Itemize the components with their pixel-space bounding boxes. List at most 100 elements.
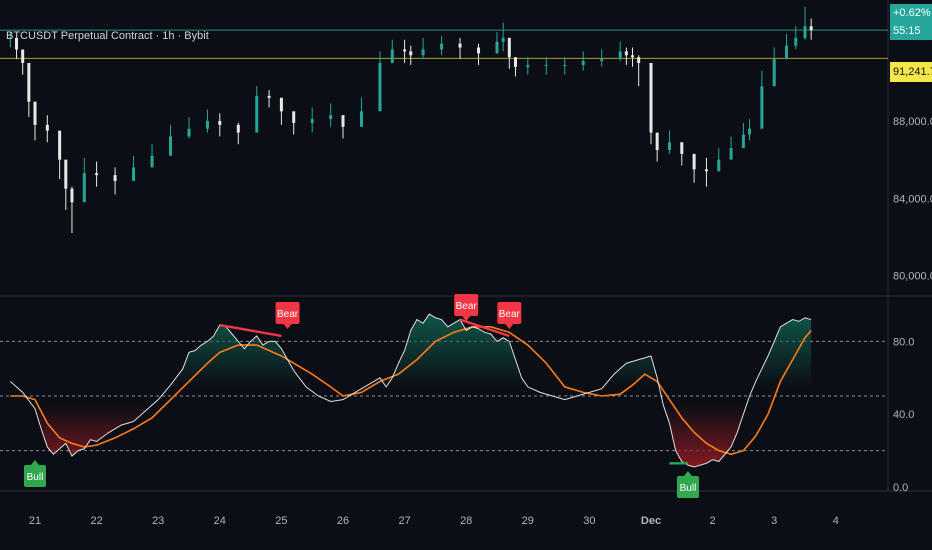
countdown-badge: 55:15	[890, 22, 932, 40]
candle-body	[359, 111, 363, 127]
time-tick-label: 27	[398, 515, 410, 527]
candle-body	[21, 49, 25, 63]
candle-body	[785, 45, 789, 60]
candle-body	[421, 49, 425, 56]
candle-body	[279, 97, 283, 112]
candle-body	[655, 132, 659, 150]
label-pointer	[283, 324, 292, 329]
label-text: Bull	[27, 472, 44, 483]
candle-body	[741, 134, 745, 149]
candle-body	[255, 95, 259, 133]
candle-body	[310, 119, 314, 123]
candle-body	[624, 51, 628, 56]
candle-body	[717, 159, 721, 172]
candle-body	[477, 47, 481, 54]
time-tick-label: 26	[337, 515, 349, 527]
chart-title: BTCUSDT Perpetual Contract · 1h · Bybit	[6, 30, 209, 42]
candle-body	[70, 188, 74, 203]
overbought-fill	[10, 314, 812, 387]
candle-body	[544, 64, 548, 66]
candle-body	[692, 153, 696, 170]
candle-body	[495, 41, 499, 54]
time-tick-label: Dec	[641, 515, 661, 527]
bear-label-3: Bear	[497, 302, 522, 329]
candle-body	[667, 142, 671, 150]
candle-body	[618, 51, 622, 60]
candle-body	[378, 63, 382, 112]
rsi-tick-label: 80.0	[893, 336, 914, 348]
candle-body	[150, 155, 154, 168]
candle-body	[809, 26, 813, 31]
candle-body	[631, 55, 635, 58]
label-pointer	[505, 324, 514, 329]
candle-body	[748, 128, 752, 135]
time-tick-label: 22	[90, 515, 102, 527]
candle-body	[803, 26, 807, 38]
price-tick-label: 80,000.0	[893, 271, 932, 283]
rsi-tick-label: 40.0	[893, 409, 914, 421]
rsi-tick-label: 0.0	[893, 482, 908, 494]
label-text: Bear	[499, 309, 521, 320]
candle-body	[169, 136, 173, 156]
candle-body	[760, 86, 764, 129]
label-text: Bull	[680, 483, 697, 494]
chart-window: 80,000.0 84,000.0 88,000.0 Bull Bear Bear Bear…	[0, 0, 932, 550]
candle-body	[403, 49, 407, 52]
time-tick-label: 29	[522, 515, 534, 527]
candle-body	[637, 57, 641, 63]
candle-body	[45, 124, 49, 131]
bear-label-2: Bear	[454, 294, 479, 321]
candle-body	[329, 115, 333, 120]
label-pointer	[683, 471, 692, 476]
candle-body	[563, 64, 567, 66]
candle-body	[33, 101, 37, 125]
candle-body	[267, 95, 271, 98]
candle-body	[409, 51, 413, 56]
candle-body	[600, 59, 604, 62]
time-tick-label: 23	[152, 515, 164, 527]
candle-body	[526, 64, 530, 67]
label-text: Bear	[456, 301, 478, 312]
candle-body	[292, 111, 296, 123]
candle-body	[440, 43, 444, 50]
candle-body	[729, 148, 733, 160]
price-tick-label: 88,000.0	[893, 116, 932, 128]
time-tick-label: 21	[29, 515, 41, 527]
candle-body	[82, 173, 86, 203]
candle-body	[218, 121, 222, 125]
candle-body	[58, 130, 62, 160]
candle-body	[27, 63, 31, 102]
time-tick-label: 30	[583, 515, 595, 527]
time-tick-label: 3	[771, 515, 777, 527]
candle-body	[390, 49, 394, 63]
time-tick-label: 24	[214, 515, 226, 527]
candle-body	[187, 128, 191, 137]
candle-body	[513, 57, 517, 67]
candle-body	[132, 167, 136, 181]
candle-body	[649, 63, 653, 133]
candle-body	[205, 121, 209, 129]
bull-label-0: Bull	[24, 460, 46, 487]
price-change-badge: +0.62%	[890, 4, 932, 22]
last-price-badge: 91,241.7	[890, 62, 932, 82]
candle-body	[113, 175, 117, 181]
candle-body	[794, 37, 798, 46]
time-tick-label: 2	[710, 515, 716, 527]
time-tick-label: 25	[275, 515, 287, 527]
candle-body	[704, 169, 708, 172]
candle-body	[680, 142, 684, 154]
bear-label-1: Bear	[275, 302, 300, 329]
candle-body	[458, 43, 462, 48]
chart-canvas[interactable]: 80,000.0 84,000.0 88,000.0 Bull Bear Bear Bear…	[0, 0, 932, 550]
candle-body	[236, 124, 240, 133]
time-tick-label: 28	[460, 515, 472, 527]
label-pointer	[31, 460, 39, 465]
label-text: Bear	[277, 309, 299, 320]
candle-body	[507, 37, 511, 58]
candle-body	[95, 173, 99, 176]
candle-body	[341, 115, 345, 127]
candle-body	[772, 59, 776, 87]
candle-body	[581, 61, 585, 65]
price-tick-label: 84,000.0	[893, 193, 932, 205]
bull-label-4: Bull	[676, 471, 699, 498]
